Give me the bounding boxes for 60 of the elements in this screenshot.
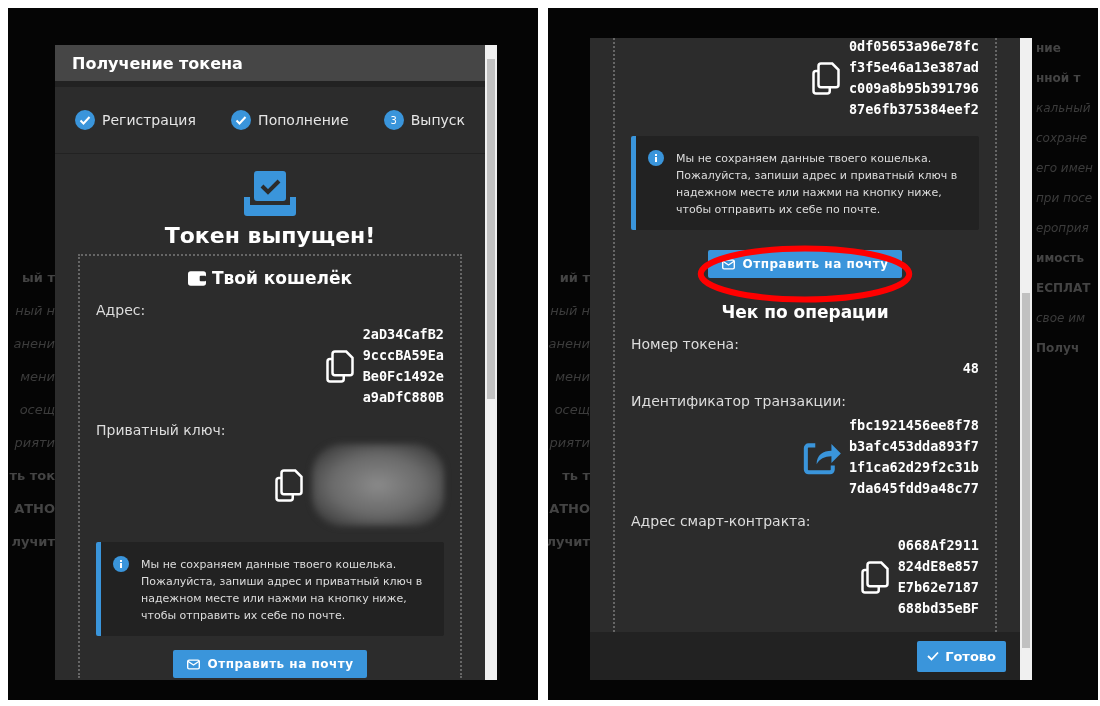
- value-text: fbc1921456ee8f78: [848, 416, 979, 435]
- background-text: АТНО: [14, 501, 55, 517]
- field-label: Адрес:: [96, 302, 147, 318]
- done-button[interactable]: Готово: [917, 640, 1006, 672]
- background-text: Получ: [1036, 340, 1081, 356]
- value-text: E7b62e7187: [897, 578, 979, 597]
- checkbox-tray-icon: [241, 171, 299, 217]
- background-text: ть ток: [9, 468, 55, 484]
- field-label: Приватный ключ:: [96, 422, 227, 438]
- background-text: ние: [1036, 40, 1062, 56]
- private-key-text: 87e6fb375384eef2: [848, 100, 979, 119]
- scrollbar[interactable]: [1020, 38, 1032, 680]
- private-key-text: c009a8b95b391796: [848, 79, 979, 98]
- value-text: 1f1ca62d29f2c31b: [848, 458, 979, 477]
- notice-text: Мы не сохраняем данные твоего кошелька. Пожалуйста, запиши адрес и приватный ключ в надежном месте или нажми на кнопку ниже, чтобы отправить их себе по почте.: [676, 151, 959, 218]
- envelope-icon: [186, 658, 200, 670]
- address-text: a9aDfC880B: [362, 388, 444, 407]
- copy-icon[interactable]: [274, 468, 304, 502]
- copy-icon[interactable]: [859, 560, 890, 594]
- receipt-title: Чек по операции: [720, 302, 890, 322]
- address-text: 9cccBA59Ea: [362, 346, 444, 365]
- field-label: Адрес смарт-контракта:: [631, 513, 812, 529]
- modal-title: Получение токена: [72, 53, 243, 73]
- field-label: Идентификатор транзакции:: [631, 393, 848, 409]
- step-label: Выпуск: [410, 112, 465, 128]
- send-email-button[interactable]: Отправить на почту: [172, 650, 368, 678]
- notice-text: Мы не сохраняем данные твоего кошелька. Пожалуйста, запиши адрес и приватный ключ в надежном месте или нажми на кнопку ниже, чтобы отправить их себе по почте.: [141, 557, 424, 624]
- background-text: ий т: [559, 270, 590, 286]
- value-text: 688bd35eBF: [897, 599, 979, 618]
- value-text: 48: [962, 359, 979, 378]
- address-text: Be0Fc1492e: [362, 367, 444, 386]
- step-number: 3: [383, 110, 404, 130]
- envelope-icon: [721, 258, 735, 270]
- background-text: ть т: [562, 468, 590, 484]
- background-text: нной т: [1036, 70, 1082, 86]
- success-title: Токен выпущен!: [164, 223, 376, 248]
- background-text: лучит: [11, 534, 55, 550]
- info-icon: [113, 556, 129, 572]
- address-text: 2aD34CafB2: [362, 325, 444, 344]
- value-text: 824dE8e857: [897, 557, 979, 576]
- copy-icon[interactable]: [810, 61, 841, 95]
- wallet-title: Твой кошелёк: [211, 268, 353, 288]
- private-key-text: 0df05653a96e78fc: [848, 38, 979, 56]
- private-key-text: f3f5e46a13e387ad: [848, 58, 979, 77]
- background-text: ЕСПЛАТ: [1036, 280, 1092, 296]
- background-text: АТНО: [549, 501, 590, 517]
- step-label: Пополнение: [258, 112, 349, 128]
- value-text: 7da645fdd9a48c77: [848, 479, 979, 498]
- check-icon: [927, 651, 940, 661]
- wallet-icon: [187, 270, 206, 286]
- copy-icon[interactable]: [324, 349, 355, 383]
- field-label: Номер токена:: [631, 336, 740, 352]
- info-icon: [648, 150, 664, 166]
- scrollbar[interactable]: [485, 45, 497, 680]
- value-text: b3afc453dda893f7: [848, 437, 979, 456]
- background-text: ый т: [22, 270, 55, 286]
- value-text: 0668Af2911: [897, 536, 979, 555]
- background-text: лучит: [548, 534, 590, 550]
- background-text: имость: [1036, 250, 1086, 266]
- step-label: Регистрация: [102, 112, 196, 128]
